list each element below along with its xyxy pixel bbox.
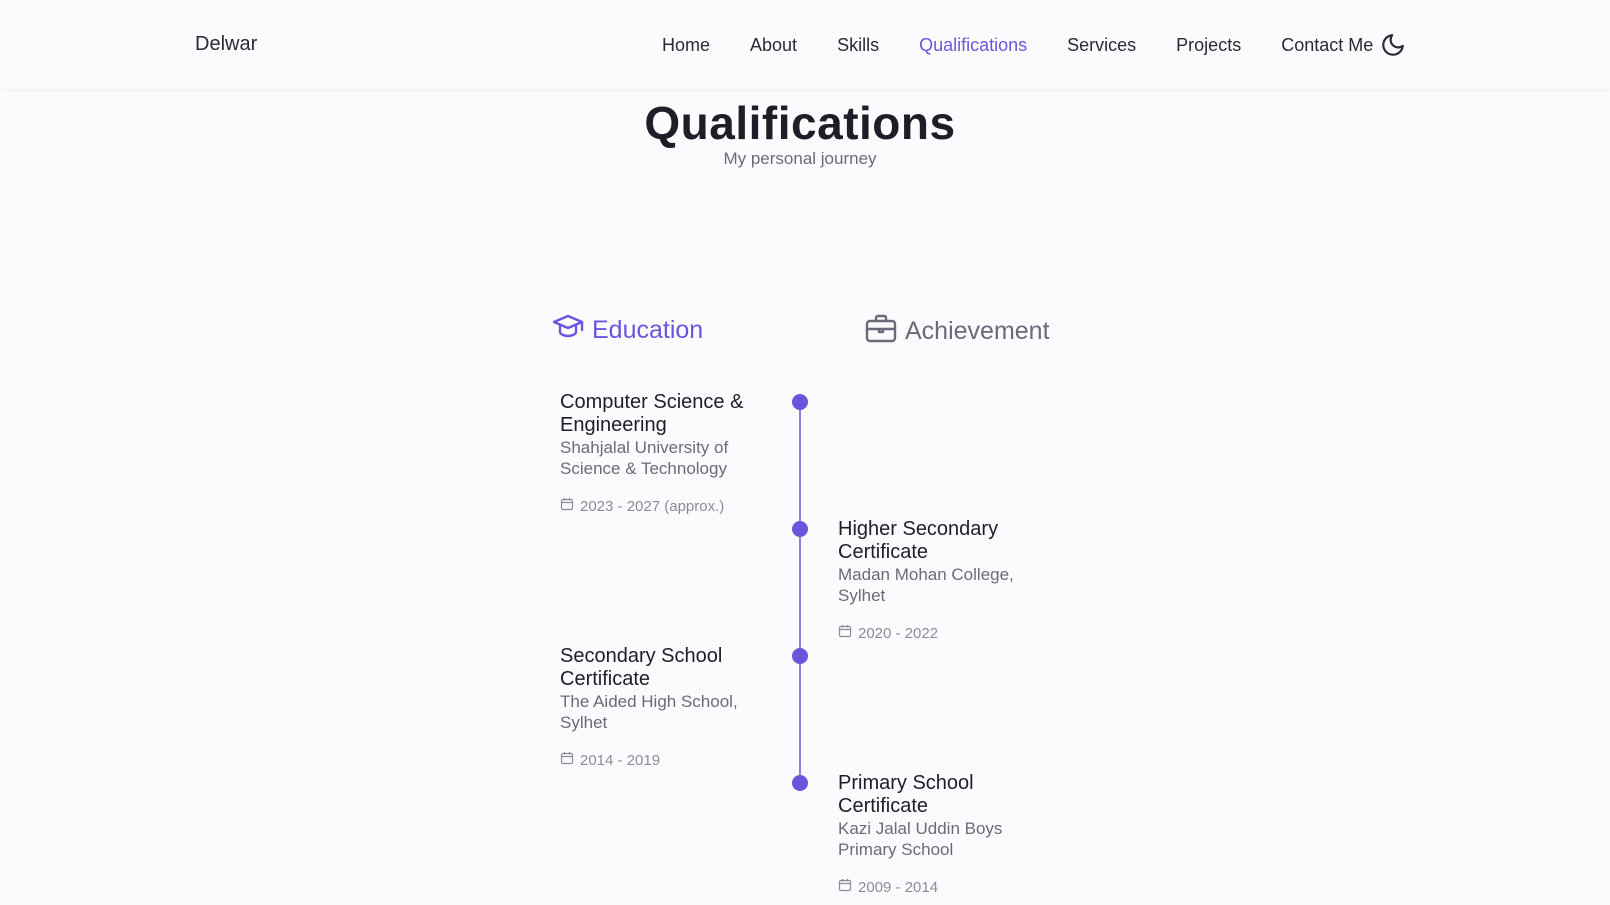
timeline-item-title: Secondary School Certificate — [560, 645, 723, 690]
nav-item-services[interactable]: Services — [1067, 35, 1136, 56]
briefcase-icon — [865, 313, 905, 350]
timeline-dot — [792, 648, 808, 664]
calendar-icon — [838, 878, 858, 896]
timeline-item: Primary School Certificate Kazi Jalal Ud… — [838, 772, 1038, 896]
tab-education-label: Education — [592, 316, 704, 344]
calendar-icon — [560, 751, 580, 769]
timeline-item-title: Higher Secondary Certificate — [838, 518, 999, 563]
timeline-item-title: Primary School Certificate — [838, 772, 974, 817]
timeline-item-title: Computer Science & Engineering — [560, 391, 744, 436]
timeline-item-subtitle: The Aided High School, Sylhet — [560, 692, 738, 732]
timeline-dot — [792, 521, 808, 537]
timeline-item-date-row: 2014 - 2019 — [560, 751, 760, 769]
tab-achievement-label: Achievement — [905, 317, 1050, 345]
timeline-dot — [792, 775, 808, 791]
nav-item-projects[interactable]: Projects — [1176, 35, 1241, 56]
timeline-item: Higher Secondary Certificate Madan Mohan… — [838, 518, 1038, 642]
tab-education[interactable]: Education — [552, 313, 703, 348]
timeline-item: Computer Science & Engineering Shahjalal… — [560, 391, 760, 515]
calendar-icon — [560, 497, 580, 515]
nav-item-skills[interactable]: Skills — [837, 35, 879, 56]
graduation-cap-icon — [552, 313, 592, 348]
timeline-item-date: 2020 - 2022 — [858, 624, 939, 642]
timeline-item-subtitle: Kazi Jalal Uddin Boys Primary School — [838, 819, 1003, 859]
main-nav: Home About Skills Qualifications Service… — [662, 33, 1413, 57]
timeline-item-date: 2009 - 2014 — [858, 878, 939, 896]
timeline-line — [799, 402, 801, 782]
tab-achievement[interactable]: Achievement — [865, 313, 1050, 350]
moon-icon[interactable] — [1380, 32, 1406, 58]
section-title: Qualifications — [644, 97, 956, 149]
timeline-dot — [792, 394, 808, 410]
timeline-item-date-row: 2023 - 2027 (approx.) — [560, 497, 760, 515]
timeline-item-date-row: 2020 - 2022 — [838, 624, 1038, 642]
site-header: Delwar Home About Skills Qualifications … — [0, 0, 1610, 89]
timeline-item-date: 2014 - 2019 — [580, 751, 661, 769]
section-subtitle: My personal journey — [723, 149, 877, 168]
timeline-item: Secondary School Certificate The Aided H… — [560, 645, 760, 769]
calendar-icon — [838, 624, 858, 642]
timeline-item-subtitle: Madan Mohan College, Sylhet — [838, 565, 1014, 605]
nav-item-contact[interactable]: Contact Me — [1281, 35, 1373, 56]
nav-item-about[interactable]: About — [750, 35, 797, 56]
timeline-item-date-row: 2009 - 2014 — [838, 878, 1038, 896]
nav-item-home[interactable]: Home — [662, 35, 710, 56]
timeline-item-date: 2023 - 2027 (approx.) — [580, 497, 725, 515]
logo-link[interactable]: Delwar — [195, 33, 257, 56]
nav-item-qualifications[interactable]: Qualifications — [919, 35, 1027, 56]
timeline-item-subtitle: Shahjalal University of Science & Techno… — [560, 438, 729, 478]
